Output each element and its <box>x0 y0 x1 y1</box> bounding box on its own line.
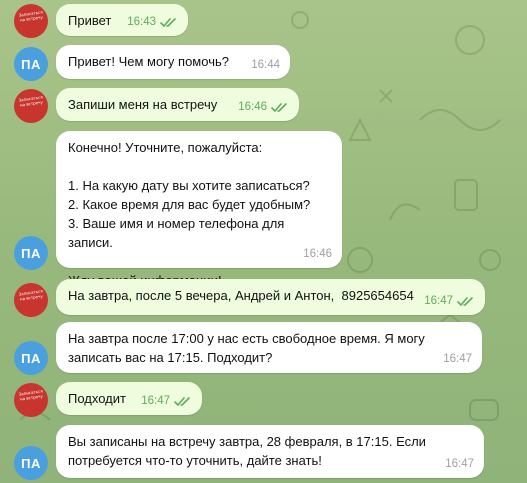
avatar-logo-text: Записаться на встречу <box>18 94 44 108</box>
message-meta: 16:47 <box>443 350 472 369</box>
message-time: 16:47 <box>445 458 474 470</box>
message-time: 16:47 <box>424 295 453 307</box>
double-check-icon <box>457 296 473 306</box>
message-meta: 16:46 <box>238 98 289 117</box>
message-time: 16:43 <box>127 16 156 28</box>
message-meta: 16:46 <box>303 245 332 264</box>
message-time: 16:47 <box>141 395 170 407</box>
message-row: ПА Привет! Чем могу помочь? 16:44 <box>0 45 527 81</box>
message-meta: 16:47 <box>445 455 474 474</box>
message-row: ПА Вы записаны на встречу завтра, 28 февр… <box>0 425 527 480</box>
message-meta: 16:44 <box>251 56 280 75</box>
message-row: ПА Конечно! Уточните, пожалуйста: 1. На к… <box>0 131 527 288</box>
message-time: 16:46 <box>303 248 332 260</box>
contact-avatar[interactable]: Записаться на встречу <box>14 383 48 417</box>
message-row: Записаться на встречу Подходит 16:47 <box>0 382 527 417</box>
avatar-logo-text: Записаться на встречу <box>18 9 44 23</box>
message-time: 16:44 <box>251 59 280 71</box>
avatar-initials: ПА <box>21 455 41 471</box>
message-meta: 16:47 <box>141 392 192 411</box>
outgoing-message-bubble[interactable]: На завтра, после 5 вечера, Андрей и Анто… <box>56 279 485 315</box>
message-row: Записаться на встречу Привет 16:43 <box>0 4 527 38</box>
message-text: Вы записаны на встречу завтра, 28 феврал… <box>68 434 426 468</box>
incoming-message-bubble[interactable]: Конечно! Уточните, пожалуйста: 1. На как… <box>56 131 342 288</box>
message-row: Записаться на встречу Запиши меня на встр… <box>0 88 527 123</box>
message-row: Записаться на встречу На завтра, после 5 … <box>0 279 527 317</box>
incoming-message-bubble[interactable]: Вы записаны на встречу завтра, 28 феврал… <box>56 425 484 478</box>
bot-avatar[interactable]: ПА <box>14 236 48 270</box>
contact-avatar[interactable]: Записаться на встречу <box>14 4 48 38</box>
double-check-icon <box>174 396 190 406</box>
incoming-message-bubble[interactable]: На завтра после 17:00 у нас есть свободн… <box>56 322 482 373</box>
outgoing-message-bubble[interactable]: Подходит 16:47 <box>56 382 202 415</box>
incoming-message-bubble[interactable]: Привет! Чем могу помочь? 16:44 <box>56 45 290 79</box>
chat-area[interactable]: Записаться на встречу Привет 16:43 ПА Привет… <box>0 0 527 483</box>
message-time: 16:47 <box>443 353 472 365</box>
avatar-initials: ПА <box>21 56 41 72</box>
outgoing-message-bubble[interactable]: Запиши меня на встречу 16:46 <box>56 88 299 121</box>
message-meta: 16:43 <box>127 13 178 32</box>
outgoing-message-bubble[interactable]: Привет 16:43 <box>56 4 188 36</box>
bot-avatar[interactable]: ПА <box>14 341 48 375</box>
bot-avatar[interactable]: ПА <box>14 47 48 81</box>
avatar-initials: ПА <box>21 245 41 261</box>
message-text: На завтра после 17:00 у нас есть свободн… <box>68 331 425 365</box>
message-row: ПА На завтра после 17:00 у нас есть свобо… <box>0 322 527 375</box>
contact-avatar[interactable]: Записаться на встречу <box>14 89 48 123</box>
message-meta: 16:47 <box>424 292 475 311</box>
message-text: Привет! Чем могу помочь? <box>68 54 229 69</box>
message-text: На завтра, после 5 вечера, Андрей и Анто… <box>68 288 414 303</box>
avatar-logo-text: Записаться на встречу <box>18 288 44 302</box>
message-text: Конечно! Уточните, пожалуйста: 1. На как… <box>68 140 311 288</box>
avatar-initials: ПА <box>21 350 41 366</box>
message-time: 16:46 <box>238 101 267 113</box>
double-check-icon <box>160 17 176 27</box>
double-check-icon <box>271 102 287 112</box>
bot-avatar[interactable]: ПА <box>14 446 48 480</box>
contact-avatar[interactable]: Записаться на встречу <box>14 283 48 317</box>
avatar-logo-text: Записаться на встречу <box>18 388 44 402</box>
